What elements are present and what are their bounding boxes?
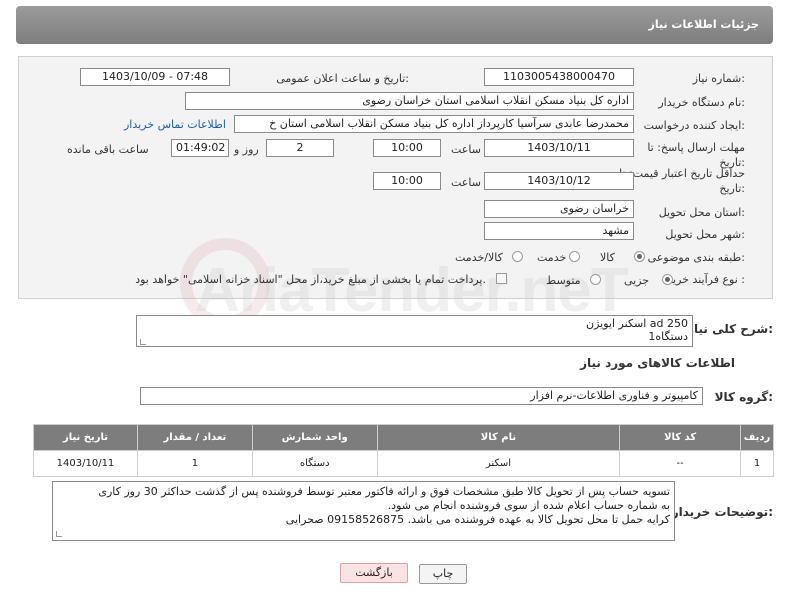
payment-note: پرداخت تمام یا بخشی از مبلغ خرید،از محل … xyxy=(135,273,486,286)
process-option-minor: جزیی xyxy=(624,274,650,287)
deadline-time-label: ساعت xyxy=(451,143,481,156)
need-number-field: 1103005438000470 xyxy=(484,68,634,86)
col-index: ردیف xyxy=(740,424,774,451)
days-and-label: روز و xyxy=(234,143,259,156)
goods-section-title: اطلاعات کالاهای مورد نیاز xyxy=(580,356,735,370)
goods-group-field: کامپیوتر و فناوری اطلاعات-نرم افزار xyxy=(140,387,703,405)
category-option-goods: کالا xyxy=(600,251,615,264)
deadline-date-field: 1403/10/11 xyxy=(484,139,634,157)
announce-label: تاریخ و ساعت اعلان عمومی: xyxy=(276,72,409,85)
validity-time-label: ساعت xyxy=(451,176,481,189)
buyer-notes-line-2: به شماره حساب اعلام شده از سوی فروشنده ا… xyxy=(387,499,670,512)
validity-label: حداقل تاریخ اعتبار قیمت: تا تاریخ: xyxy=(619,167,745,195)
announce-field: 1403/10/09 - 07:48 xyxy=(80,68,230,86)
buyer-notes-resize-handle[interactable] xyxy=(56,531,62,537)
cell-index: 1 xyxy=(740,450,774,477)
process-radio-minor[interactable] xyxy=(662,274,673,285)
remaining-label: ساعت باقی مانده xyxy=(67,143,149,156)
days-field: 2 xyxy=(266,139,334,157)
category-option-goods-service: کالا/خدمت xyxy=(455,251,503,264)
creator-field: محمدرضا عابدی سرآسیا کارپرداز اداره کل ب… xyxy=(234,115,634,133)
summary-textarea[interactable]: اسکنر ایویژن ad 250 1دستگاه xyxy=(136,315,693,347)
buyer-notes-label: توضیحات خریدار: xyxy=(671,505,773,519)
category-radio-goods[interactable] xyxy=(634,251,645,262)
buyer-org-label: نام دستگاه خریدار: xyxy=(658,96,745,109)
city-label: شهر محل تحویل: xyxy=(665,228,745,241)
city-field: مشهد xyxy=(484,222,634,240)
process-option-medium: متوسط xyxy=(546,274,581,287)
summary-resize-handle[interactable] xyxy=(140,339,146,345)
deadline-time-field: 10:00 xyxy=(373,139,441,157)
category-option-service: خدمت xyxy=(537,251,567,264)
buyer-notes-textarea[interactable]: تسویه حساب پس از تحویل کالا طبق مشخصات ف… xyxy=(52,481,675,541)
category-radio-service[interactable] xyxy=(569,251,580,262)
cell-date: 1403/10/11 xyxy=(33,450,138,477)
summary-label: شرح کلی نیاز: xyxy=(687,322,773,336)
cell-unit: دستگاه xyxy=(251,450,378,477)
col-qty: تعداد / مقدار xyxy=(136,424,253,451)
col-date: تاریخ نیاز xyxy=(33,424,138,451)
goods-table-header: ردیف کد کالا نام کالا واحد شمارش تعداد /… xyxy=(33,424,774,451)
buyer-notes-line-3: کرایه حمل تا محل تحویل کالا به عهده فروش… xyxy=(285,513,670,526)
page-title: جزئیات اطلاعات نیاز xyxy=(648,18,760,31)
category-radio-goods-service[interactable] xyxy=(512,251,523,262)
summary-line-2: 1دستگاه xyxy=(648,330,688,343)
contact-buyer-link[interactable]: اطلاعات تماس خریدار xyxy=(124,118,226,131)
cell-name: اسکنر xyxy=(376,450,621,477)
goods-group-label: گروه کالا: xyxy=(714,390,773,404)
cell-code: -- xyxy=(619,450,742,477)
remaining-time-field: 01:49:02 xyxy=(171,139,229,157)
process-radio-medium[interactable] xyxy=(590,274,601,285)
page-header: جزئیات اطلاعات نیاز xyxy=(16,6,773,44)
print-button[interactable]: چاپ xyxy=(419,564,467,584)
validity-time-field: 10:00 xyxy=(373,172,441,190)
province-label: استان محل تحویل: xyxy=(658,206,745,219)
payment-checkbox[interactable] xyxy=(496,273,507,284)
validity-date-field: 1403/10/12 xyxy=(484,172,634,190)
process-label: نوع فرآیند خرید : xyxy=(667,273,745,286)
col-name: نام کالا xyxy=(376,424,621,451)
creator-label: ایجاد کننده درخواست: xyxy=(643,119,745,132)
province-field: خراسان رضوی xyxy=(484,200,634,218)
goods-table: ردیف کد کالا نام کالا واحد شمارش تعداد /… xyxy=(33,424,774,477)
table-row: 1 -- اسکنر دستگاه 1 1403/10/11 xyxy=(33,450,774,477)
category-label: طبقه بندی موضوعی: xyxy=(647,251,745,264)
need-number-label: شماره نیاز: xyxy=(692,72,745,85)
col-code: کد کالا xyxy=(619,424,742,451)
summary-line-1: اسکنر ایویژن ad 250 xyxy=(586,317,688,330)
buyer-notes-line-1: تسویه حساب پس از تحویل کالا طبق مشخصات ف… xyxy=(98,485,670,498)
back-button[interactable]: بازگشت xyxy=(340,563,408,583)
buyer-org-field: اداره کل بنیاد مسکن انقلاب اسلامی استان … xyxy=(185,92,634,110)
col-unit: واحد شمارش xyxy=(251,424,378,451)
cell-qty: 1 xyxy=(136,450,253,477)
